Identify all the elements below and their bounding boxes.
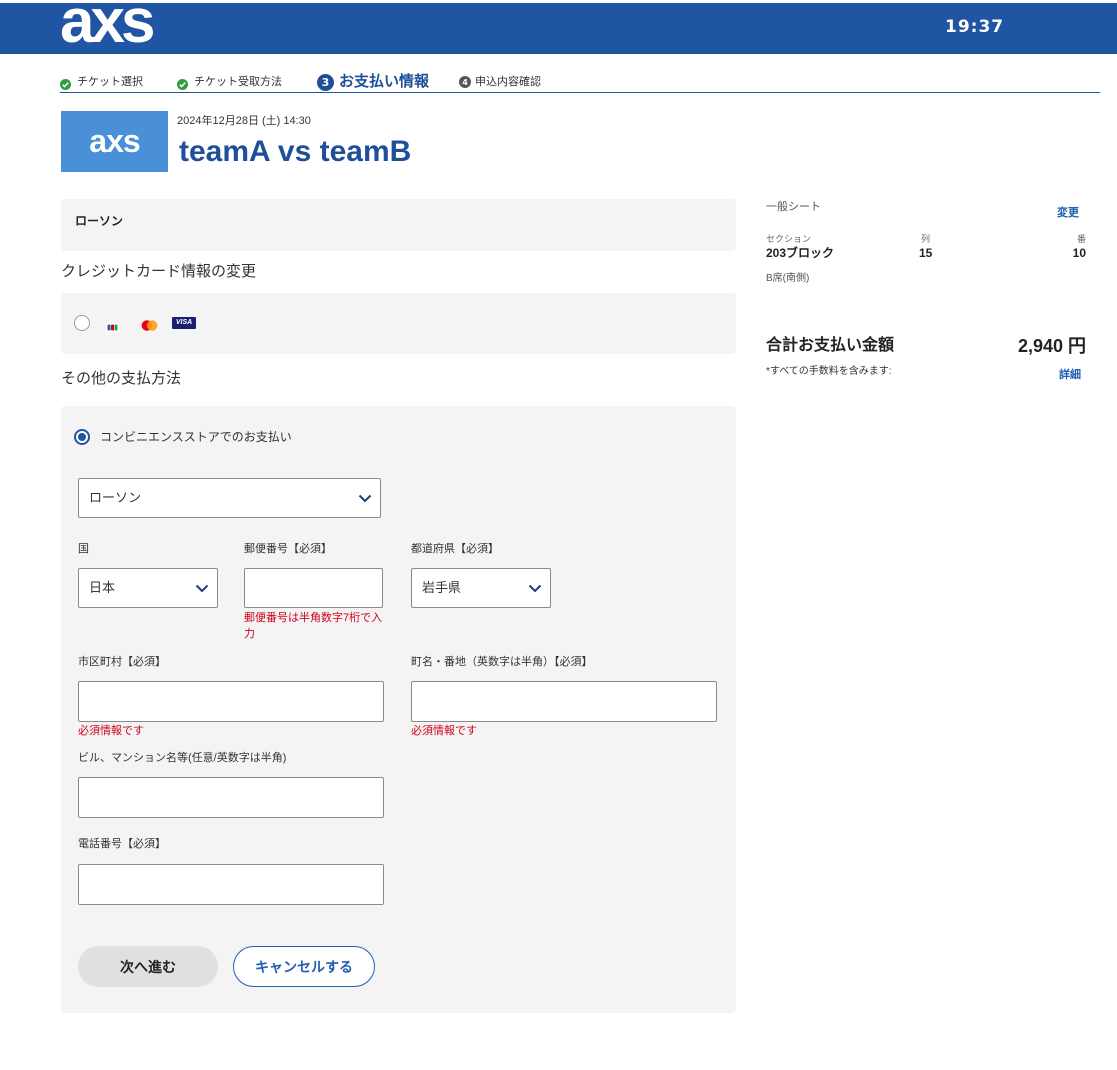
building-label: ビル、マンション名等(任意/英数字は半角) bbox=[78, 752, 287, 764]
seat-label: 番 bbox=[1076, 234, 1086, 244]
row-value: 15 bbox=[919, 246, 933, 260]
postal-code-error: 郵便番号は半角数字7桁で入力 bbox=[244, 612, 383, 640]
prefecture-label: 都道府県【必須】 bbox=[411, 543, 499, 555]
steps-divider bbox=[60, 92, 1100, 93]
country-select[interactable]: 日本 bbox=[78, 568, 218, 608]
credit-card-heading: クレジットカード情報の変更 bbox=[61, 263, 257, 280]
step-label: チケット選択 bbox=[77, 76, 143, 88]
country-label: 国 bbox=[78, 543, 89, 555]
row-label: 列 bbox=[921, 234, 931, 244]
city-input[interactable] bbox=[78, 681, 384, 722]
visa-icon: VISA bbox=[172, 317, 196, 329]
event-logo: axs bbox=[61, 111, 168, 172]
chevron-down-icon bbox=[195, 584, 209, 593]
phone-input[interactable] bbox=[78, 864, 384, 905]
postal-code-input[interactable] bbox=[244, 568, 383, 608]
step-label: 申込内容確認 bbox=[475, 76, 541, 88]
postal-code-label: 郵便番号【必須】 bbox=[244, 543, 332, 555]
section-value: 203ブロック bbox=[766, 246, 835, 260]
total-value: 2,940 円 bbox=[1017, 336, 1086, 356]
city-label: 市区町村【必須】 bbox=[78, 656, 166, 668]
convenience-store-option-label[interactable]: コンビニエンスストアでのお支払い bbox=[100, 429, 292, 445]
street-input[interactable] bbox=[411, 681, 717, 722]
check-circle-icon bbox=[177, 77, 188, 90]
street-label: 町名・番地（英数字は半角）【必須】 bbox=[411, 656, 593, 668]
delivery-method-label: ローソン bbox=[75, 214, 124, 228]
seat-area: B席(南側) bbox=[766, 273, 810, 284]
seat-value: 10 bbox=[1072, 246, 1086, 260]
event-title: teamA vs teamB bbox=[179, 135, 412, 168]
street-error: 必須情報です bbox=[411, 725, 477, 737]
prefecture-select[interactable]: 岩手県 bbox=[411, 568, 551, 608]
step-number-badge: 3 bbox=[317, 73, 334, 91]
credit-card-panel[interactable]: VISA bbox=[61, 293, 736, 354]
country-select-value: 日本 bbox=[89, 580, 116, 595]
convenience-store-radio[interactable] bbox=[74, 429, 90, 445]
city-error: 必須情報です bbox=[78, 725, 144, 737]
section-label: セクション bbox=[766, 234, 812, 244]
mastercard-icon bbox=[141, 318, 158, 331]
convenience-store-panel: コンビニエンスストアでのお支払い ローソン 国 郵便番号【必須】 都道府県【必須… bbox=[61, 406, 736, 1013]
step-confirmation: 4 申込内容確認 bbox=[459, 72, 541, 92]
step-number-badge: 4 bbox=[459, 76, 471, 88]
phone-label: 電話番号【必須】 bbox=[78, 838, 166, 850]
other-payment-heading: その他の支払方法 bbox=[61, 370, 182, 387]
delivery-method-panel: ローソン bbox=[61, 199, 736, 251]
event-logo-text: axs bbox=[89, 123, 140, 159]
fees-note: *すべての手数料を含みます: bbox=[766, 366, 892, 377]
step-ticket-delivery[interactable]: チケット受取方法 bbox=[177, 72, 282, 92]
details-link[interactable]: 詳細 bbox=[1031, 368, 1081, 382]
step-ticket-selection[interactable]: チケット選択 bbox=[60, 72, 143, 92]
jcb-icon bbox=[106, 319, 119, 332]
prefecture-select-value: 岩手県 bbox=[422, 580, 462, 595]
credit-card-radio[interactable] bbox=[74, 315, 90, 331]
next-button[interactable]: 次へ進む bbox=[78, 946, 218, 987]
event-datetime: 2024年12月28日 (土) 14:30 bbox=[177, 115, 311, 127]
store-select[interactable]: ローソン bbox=[78, 478, 381, 518]
chevron-down-icon bbox=[358, 494, 372, 503]
total-label: 合計お支払い金額 bbox=[766, 337, 895, 354]
building-input[interactable] bbox=[78, 777, 384, 818]
change-link[interactable]: 変更 bbox=[1057, 206, 1079, 220]
cancel-button[interactable]: キャンセルする bbox=[233, 946, 375, 987]
step-payment-info: 3 お支払い情報 bbox=[317, 72, 429, 92]
step-label: お支払い情報 bbox=[339, 73, 430, 90]
countdown-timer: 19:37 bbox=[945, 17, 1005, 37]
top-header-bar: axs 19:37 bbox=[0, 3, 1117, 54]
chevron-down-icon bbox=[528, 584, 542, 593]
step-label: チケット受取方法 bbox=[194, 76, 282, 88]
check-circle-icon bbox=[60, 77, 71, 90]
axs-logo[interactable]: axs bbox=[60, 3, 155, 53]
store-select-value: ローソン bbox=[89, 490, 142, 505]
seat-type: 一般シート bbox=[766, 201, 821, 213]
